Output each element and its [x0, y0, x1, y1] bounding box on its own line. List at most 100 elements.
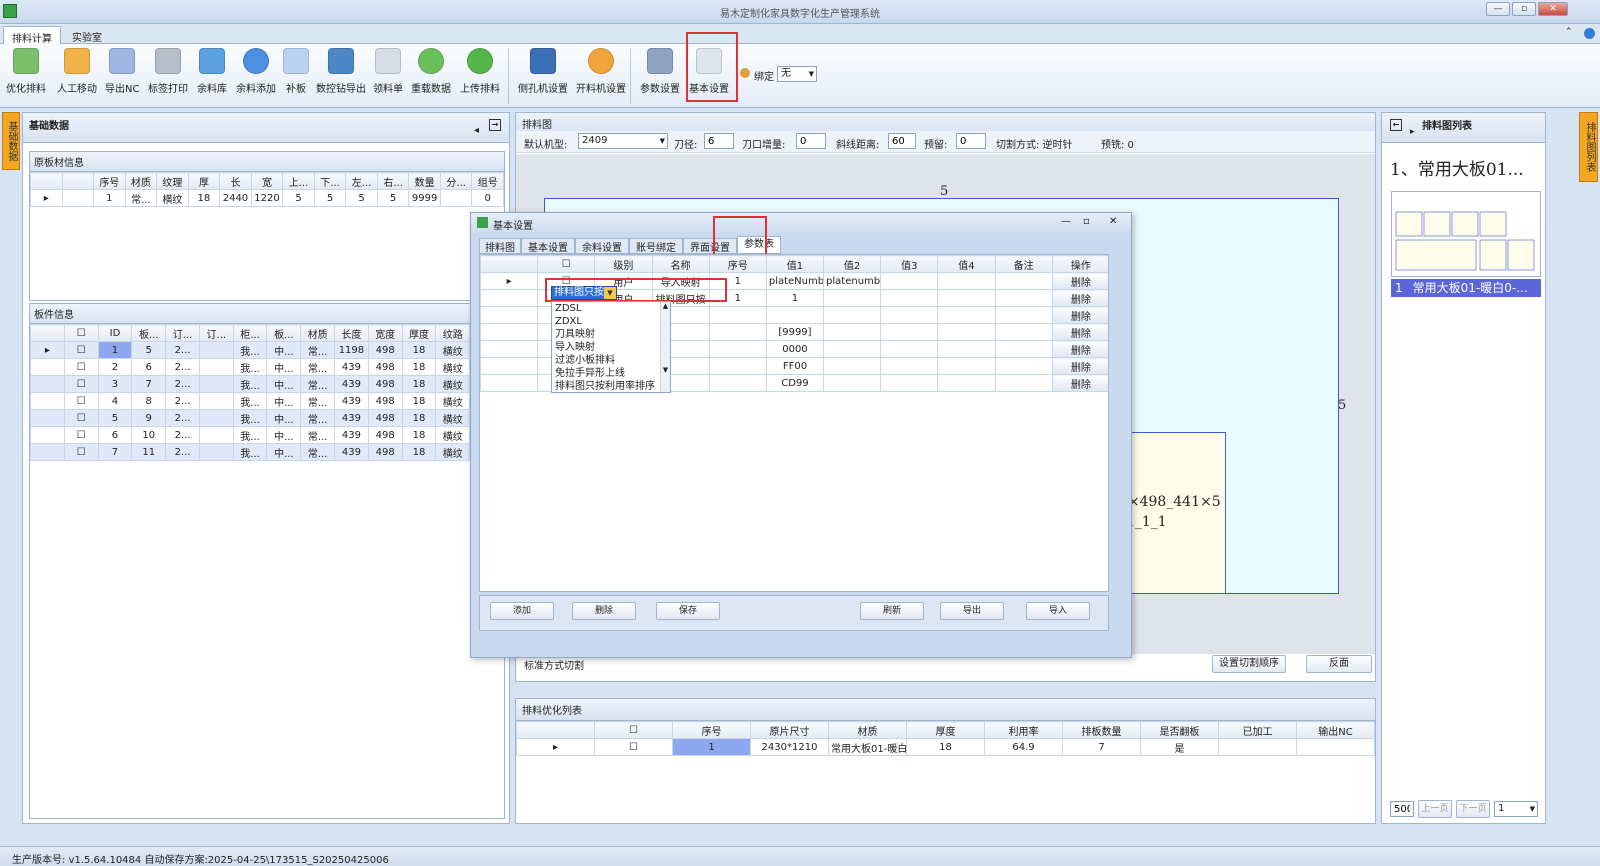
cutting-machine-settings-button[interactable]: 开料机设置: [576, 48, 626, 95]
dropdown-option[interactable]: 排料图只按利用率排序: [552, 380, 670, 392]
dialog-minimize-button[interactable]: —: [1061, 216, 1071, 227]
export-nc-button[interactable]: 导出NC: [105, 48, 139, 95]
dialog-tab-nesting[interactable]: 排料图: [479, 238, 521, 254]
knife-input[interactable]: [704, 133, 734, 149]
set-cut-order-button[interactable]: 设置切割顺序: [1212, 655, 1286, 673]
table-row[interactable]: ☐372...我...中...常...43949818横纹A80408...: [30, 375, 504, 393]
close-button[interactable]: ✕: [1538, 2, 1568, 16]
column-header[interactable]: 材质: [300, 324, 336, 342]
column-header[interactable]: 值4: [937, 255, 996, 273]
table-row[interactable]: ☐592...我...中...常...43949818横纹A80408...: [30, 409, 504, 427]
side-tab-nesting-list[interactable]: 排料图列表: [1579, 112, 1598, 182]
row-checkbox[interactable]: ☐: [63, 443, 99, 461]
column-header[interactable]: 宽: [250, 172, 284, 190]
nesting-list-item-title[interactable]: 1、常用大板01...: [1390, 155, 1524, 180]
column-header[interactable]: 厚: [187, 172, 221, 190]
row-checkbox[interactable]: ☐: [63, 409, 99, 427]
label-print-button[interactable]: 标签打印: [148, 48, 188, 95]
kerf-input[interactable]: [796, 133, 826, 149]
tab-lab[interactable]: 实验室: [64, 26, 110, 44]
save-button[interactable]: 保存: [656, 602, 720, 620]
column-header[interactable]: 纹理: [156, 172, 189, 190]
column-header[interactable]: 板...: [131, 324, 167, 342]
column-header[interactable]: 值1: [765, 255, 825, 273]
table-row[interactable]: ☐262...我...中...常...43949818横纹A80408...: [30, 358, 504, 376]
table-row[interactable]: ☐7112...我...中...常...43949818横纹A80408...: [30, 443, 504, 461]
row-checkbox[interactable]: ☐: [594, 738, 673, 756]
minimize-button[interactable]: —: [1486, 2, 1510, 16]
machine-select[interactable]: 2409 ▼: [578, 133, 668, 149]
delete-row-button[interactable]: 删除: [1051, 289, 1108, 307]
reload-data-button[interactable]: 重载数据: [411, 48, 451, 95]
dialog-close-button[interactable]: ✕: [1109, 216, 1117, 227]
column-header[interactable]: 序号: [672, 721, 751, 739]
next-page-button[interactable]: 下一页: [1456, 800, 1490, 818]
column-header[interactable]: 柜...: [232, 324, 268, 342]
add-row-button[interactable]: 添加: [490, 602, 554, 620]
column-header[interactable]: 序号: [93, 172, 126, 190]
table-row[interactable]: ▸☐152...我...中...常...119849818横纹A80408...: [30, 341, 504, 359]
delete-row-button[interactable]: 删除: [1051, 306, 1108, 324]
cnc-drill-export-button[interactable]: 数控钻导出: [316, 48, 366, 95]
table-row[interactable]: ☐6102...我...中...常...43949818横纹A80408...: [30, 426, 504, 444]
column-header[interactable]: 分...: [439, 172, 473, 190]
import-button[interactable]: 导入: [1026, 602, 1090, 620]
column-header[interactable]: 宽度: [367, 324, 403, 342]
column-header[interactable]: 厚度: [906, 721, 985, 739]
help-icon[interactable]: [1584, 28, 1595, 39]
delete-row-button[interactable]: 删除: [1051, 374, 1108, 392]
material-requisition-button[interactable]: 领料单: [373, 48, 403, 95]
column-header[interactable]: 订...: [198, 324, 234, 342]
column-header[interactable]: 输出NC: [1296, 721, 1375, 739]
dropdown-option[interactable]: 导入映射: [552, 341, 670, 354]
bind-select[interactable]: 无 ▼: [777, 66, 817, 82]
name-dropdown-list[interactable]: ZDSL ZDXL 刀具映射 导入映射 过滤小板排料 免拉手异形上线 排料图只按利用率排序 …: [551, 301, 671, 393]
delete-row-button[interactable]: 删除: [1051, 340, 1108, 358]
column-header[interactable]: 厚度: [401, 324, 437, 342]
column-header[interactable]: 右...: [376, 172, 410, 190]
dropdown-option[interactable]: ZDXL: [552, 315, 670, 328]
column-header[interactable]: 左...: [345, 172, 378, 190]
column-header[interactable]: 已加工: [1218, 721, 1297, 739]
expand-icon[interactable]: ▸: [1410, 121, 1415, 143]
slope-input[interactable]: [888, 133, 916, 149]
column-header[interactable]: ID: [97, 324, 133, 342]
side-hole-machine-settings-button[interactable]: 侧孔机设置: [518, 48, 568, 95]
pin-icon[interactable]: ←: [1390, 119, 1402, 131]
page-select[interactable]: 1 ▼: [1494, 801, 1538, 817]
column-header[interactable]: 原片尺寸: [750, 721, 829, 739]
row-checkbox[interactable]: [61, 189, 95, 207]
dialog-tab-account[interactable]: 账号绑定: [629, 238, 683, 254]
parameter-settings-button[interactable]: 参数设置: [640, 48, 680, 95]
delete-row-button[interactable]: 删除: [1051, 323, 1108, 341]
collapse-ribbon-icon[interactable]: ⌃: [1565, 27, 1573, 37]
remnant-library-button[interactable]: 余料库: [197, 48, 227, 95]
row-checkbox[interactable]: ☐: [63, 375, 99, 393]
column-header[interactable]: 是否翻板: [1140, 721, 1219, 739]
dropdown-option[interactable]: 刀具映射: [552, 328, 670, 341]
upload-nesting-button[interactable]: 上传排料: [460, 48, 500, 95]
column-header[interactable]: 备注: [994, 255, 1053, 273]
row-checkbox[interactable]: ☐: [63, 426, 99, 444]
page-size-input[interactable]: [1390, 801, 1414, 817]
column-header[interactable]: 长: [219, 172, 252, 190]
add-remnant-button[interactable]: 余料添加: [236, 48, 276, 95]
optimize-nesting-button[interactable]: 优化排料: [6, 48, 46, 95]
manual-move-button[interactable]: 人工移动: [57, 48, 97, 95]
column-header[interactable]: 材质: [828, 721, 907, 739]
patch-board-button[interactable]: 补板: [283, 48, 309, 95]
column-header[interactable]: 上...: [282, 172, 315, 190]
reserve-input[interactable]: [956, 133, 986, 149]
export-button[interactable]: 导出: [940, 602, 1004, 620]
dropdown-option[interactable]: 过滤小板排料: [552, 354, 670, 367]
maximize-button[interactable]: ▫: [1512, 2, 1536, 16]
column-header[interactable]: 值2: [823, 255, 882, 273]
column-header[interactable]: 排板数量: [1062, 721, 1141, 739]
dialog-tab-remnant[interactable]: 余料设置: [575, 238, 629, 254]
prev-page-button[interactable]: 上一页: [1418, 800, 1452, 818]
dialog-tab-basic[interactable]: 基本设置: [521, 238, 575, 254]
column-header[interactable]: 数量: [408, 172, 441, 190]
column-header[interactable]: 利用率: [984, 721, 1063, 739]
nesting-thumbnail[interactable]: [1391, 191, 1541, 277]
column-header[interactable]: 纹路: [435, 324, 471, 342]
